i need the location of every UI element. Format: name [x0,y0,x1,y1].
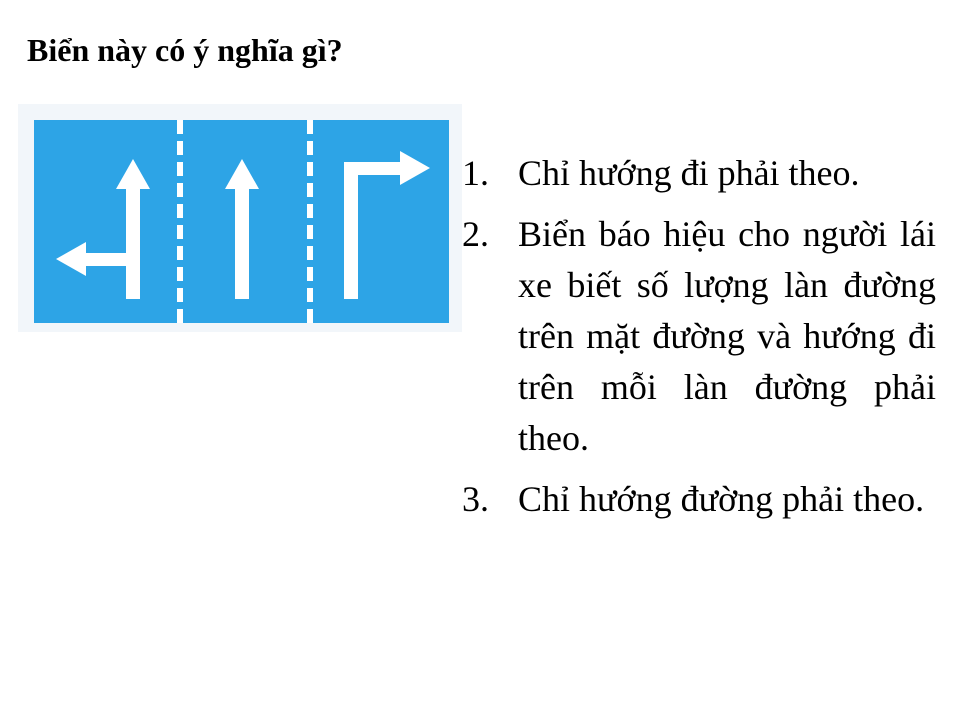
answer-number: 1. [462,153,489,193]
answer-number: 2. [462,214,489,254]
answer-text: Chỉ hướng đường phải theo. [518,479,925,519]
answer-option-2[interactable]: 2. Biển báo hiệu cho người lái xe biết s… [462,209,936,464]
answer-text: Chỉ hướng đi phải theo. [518,153,860,193]
answer-text: Biển báo hiệu cho người lái xe biết số l… [518,214,936,458]
question-title: Biển này có ý nghĩa gì? [27,32,343,68]
answer-number: 3. [462,479,489,519]
lane-direction-sign [18,104,462,332]
answer-option-1[interactable]: 1. Chỉ hướng đi phải theo. [462,148,936,199]
lane-direction-sign-icon [34,120,449,323]
answer-option-3[interactable]: 3. Chỉ hướng đường phải theo. [462,474,936,525]
answer-list: 1. Chỉ hướng đi phải theo. 2. Biển báo h… [462,148,936,535]
